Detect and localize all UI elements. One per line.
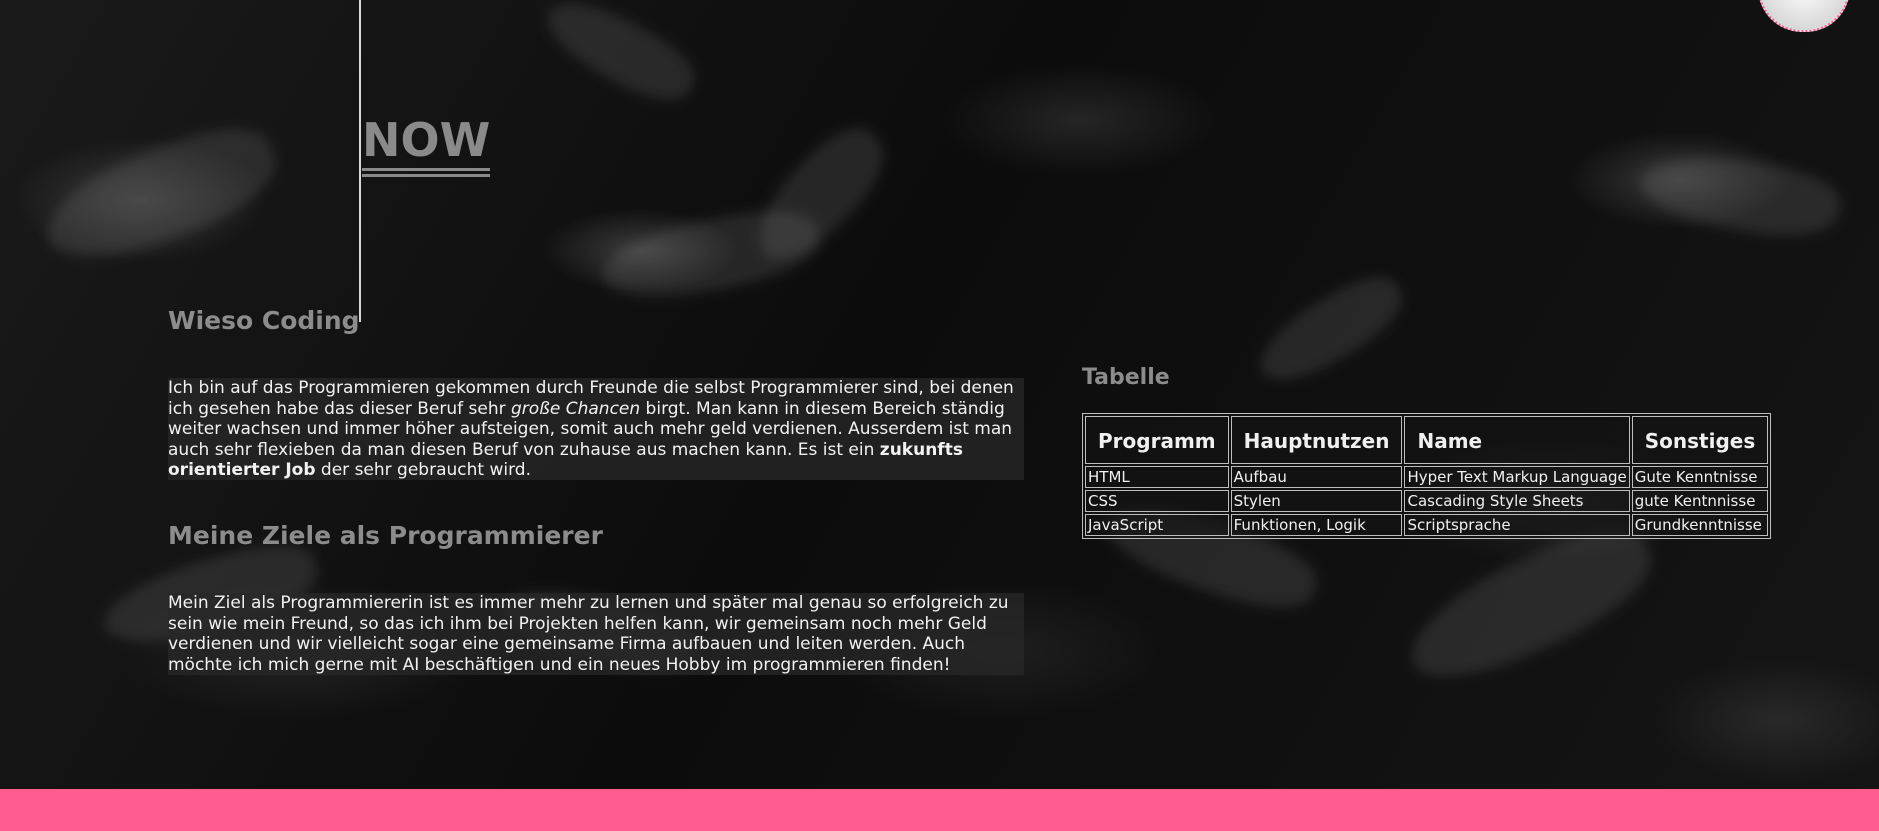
skills-table: Programm Hauptnutzen Name Sonstiges HTML… <box>1082 413 1772 539</box>
table-cell: Stylen <box>1230 490 1403 512</box>
paragraph-wieso-coding: Ich bin auf das Programmieren gekommen d… <box>168 378 1024 480</box>
table-cell: JavaScript <box>1085 514 1229 536</box>
bird-shape <box>31 111 289 279</box>
table-cell: Gute Kenntnisse <box>1631 466 1769 488</box>
section-heading-wieso-coding: Wieso Coding <box>168 306 360 335</box>
table-header-cell: Programm <box>1085 416 1229 464</box>
table-cell: Hyper Text Markup Language <box>1404 466 1630 488</box>
table-header-cell: Hauptnutzen <box>1230 416 1403 464</box>
vertical-divider <box>359 0 361 322</box>
paragraph-text: der sehr gebraucht wird. <box>315 460 531 480</box>
bird-shape <box>738 113 902 277</box>
table-row: HTML Aufbau Hyper Text Markup Language G… <box>1085 466 1769 488</box>
table-row: CSS Stylen Cascading Style Sheets gute K… <box>1085 490 1769 512</box>
avatar[interactable] <box>1758 0 1850 32</box>
table-header-row: Programm Hauptnutzen Name Sonstiges <box>1085 416 1769 464</box>
table-cell: HTML <box>1085 466 1229 488</box>
emphasis-text: große Chancen <box>510 398 641 419</box>
table-header-cell: Name <box>1404 416 1630 464</box>
table-row: JavaScript Funktionen, Logik Scriptsprac… <box>1085 514 1769 536</box>
table-cell: Cascading Style Sheets <box>1404 490 1630 512</box>
table-cell: Scriptsprache <box>1404 514 1630 536</box>
table-header-cell: Sonstiges <box>1631 416 1769 464</box>
table-cell: Aufbau <box>1230 466 1403 488</box>
table-cell: gute Kentnnisse <box>1631 490 1769 512</box>
bird-shape <box>1635 143 1845 247</box>
bird-shape <box>1245 264 1415 396</box>
table-heading: Tabelle <box>1082 365 1170 390</box>
footer-bar <box>0 789 1879 831</box>
table-cell: Grundkenntnisse <box>1631 514 1769 536</box>
hero-title: NOW <box>362 112 491 177</box>
paragraph-ziele: Mein Ziel als Programmiererin ist es imm… <box>168 593 1024 675</box>
section-heading-ziele: Meine Ziele als Programmierer <box>168 521 603 550</box>
bird-shape <box>535 0 705 116</box>
table-cell: CSS <box>1085 490 1229 512</box>
table-cell: Funktionen, Logik <box>1230 514 1403 536</box>
